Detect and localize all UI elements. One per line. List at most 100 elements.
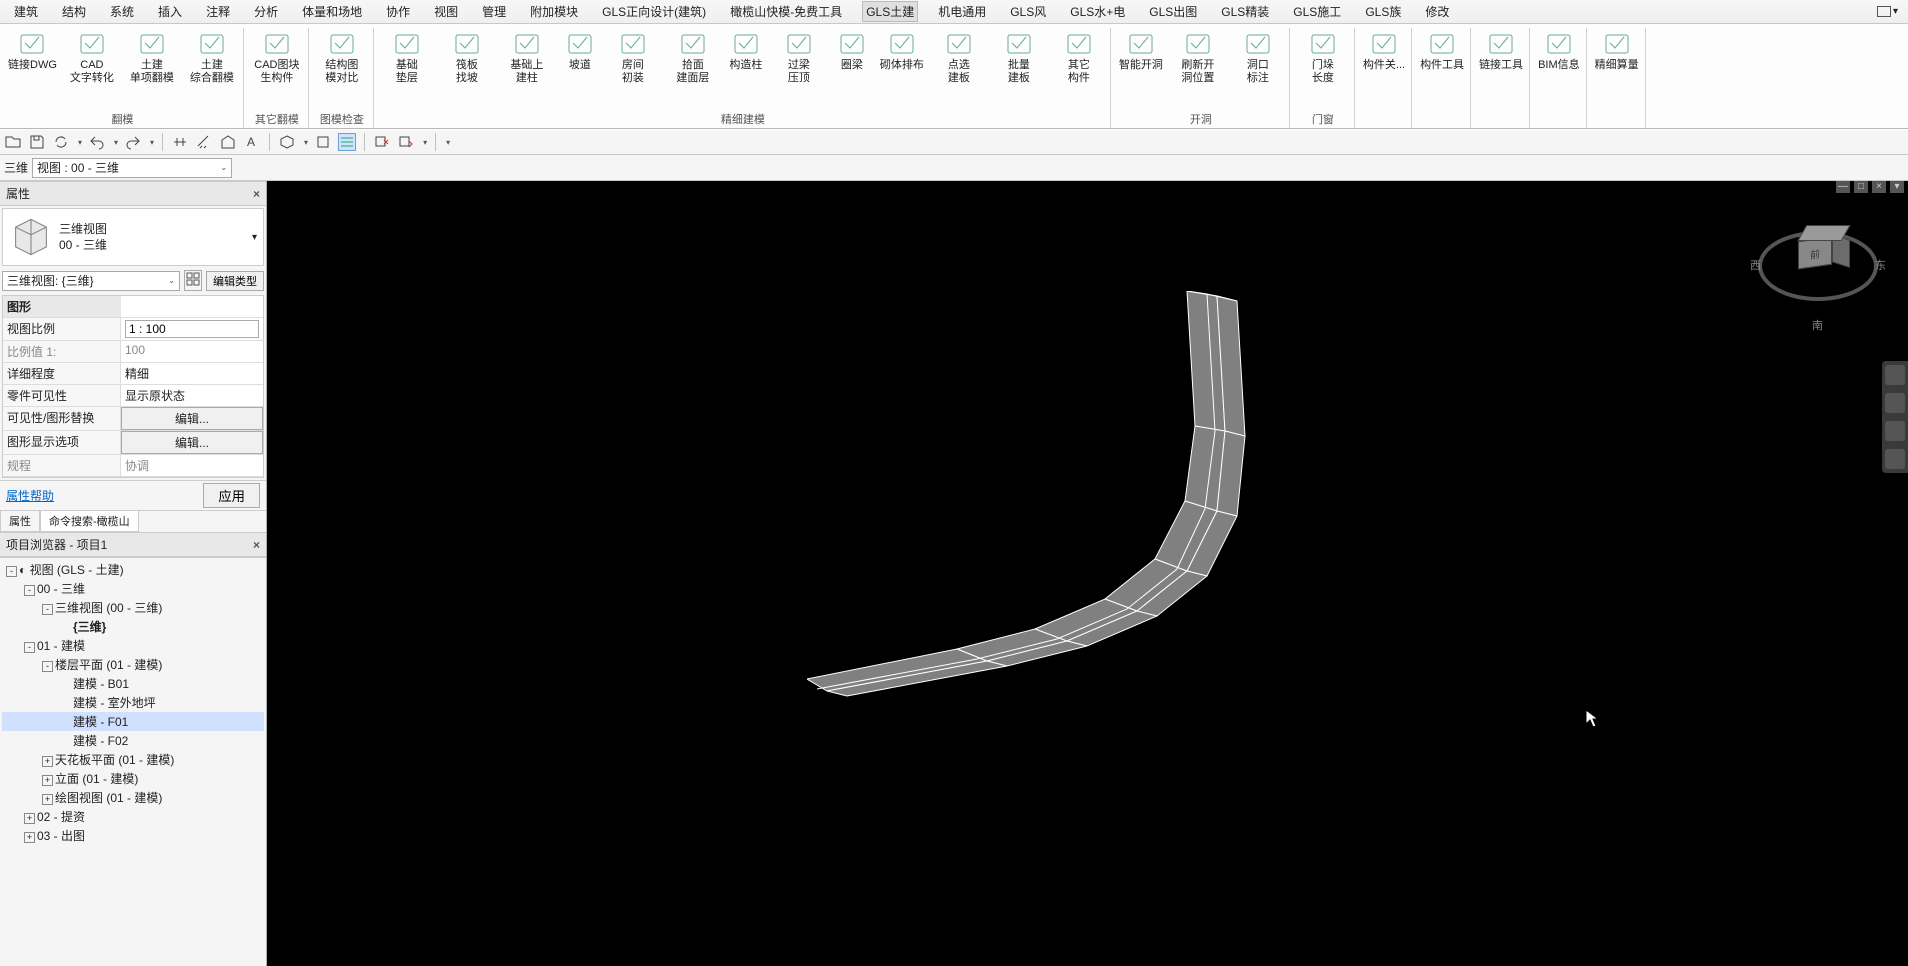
section-icon[interactable] [314,133,332,151]
tab-cmd-search[interactable]: 命令搜索-橄榄山 [40,511,139,532]
dropdown-icon[interactable]: ▾ [423,138,427,147]
ribbon-房间初装[interactable]: 房间初装 [604,28,662,87]
ribbon-筏板找坡[interactable]: 筏板找坡 [438,28,496,87]
ribbon-门垛长度[interactable]: 门垛长度 [1294,28,1352,87]
minimize-icon[interactable]: — [1836,181,1850,193]
browser-tree[interactable]: -◐ 视图 (GLS - 土建)-00 - 三维-三维视图 (00 - 三维){… [0,558,266,847]
menu-GLS出图[interactable]: GLS出图 [1145,1,1201,22]
ribbon-智能开洞[interactable]: 智能开洞 [1115,28,1167,74]
tree-node[interactable]: -◐ 视图 (GLS - 土建) [2,560,264,579]
viewport-3d[interactable]: — □ × ▾ [267,181,1908,966]
customize-icon[interactable]: ▾ [446,138,450,147]
edit-type-button[interactable]: 编辑类型 [206,271,264,291]
viewcube-east[interactable]: 东 [1875,257,1886,273]
viewcube[interactable]: 前 西 东 南 [1758,211,1878,331]
ribbon-构造柱[interactable]: 构造柱 [724,28,768,74]
dropdown-icon[interactable]: ▾ [114,138,118,147]
menu-视图[interactable]: 视图 [430,1,462,22]
ribbon-CAD图块生构件[interactable]: CAD图块生构件 [248,28,306,87]
ribbon-链接工具[interactable]: 链接工具 [1475,28,1527,74]
ribbon-洞口标注[interactable]: 洞口标注 [1229,28,1287,87]
menu-GLS风[interactable]: GLS风 [1006,1,1050,22]
close-icon[interactable]: × [253,538,260,552]
tree-node[interactable]: 建模 - F01 [2,712,264,731]
save-icon[interactable] [28,133,46,151]
expand-icon[interactable]: - [42,604,53,615]
type-selector[interactable]: 三维视图 00 - 三维 ▾ [2,208,264,266]
dropdown-icon[interactable]: ▾ [78,138,82,147]
ribbon-批量建板[interactable]: 批量建板 [990,28,1048,87]
ribbon-点选建板[interactable]: 点选建板 [930,28,988,87]
ribbon-构件工具[interactable]: 构件工具 [1416,28,1468,74]
tree-node[interactable]: +天花板平面 (01 - 建模) [2,750,264,769]
ribbon-砌体排布[interactable]: 砌体排布 [876,28,928,74]
menu-管理[interactable]: 管理 [478,1,510,22]
pan-icon[interactable] [1885,393,1905,413]
window-box-icon[interactable] [1877,6,1891,17]
thin-lines-icon[interactable] [338,133,356,151]
open-icon[interactable] [4,133,22,151]
ribbon-拾面建面层[interactable]: 拾面建面层 [664,28,722,87]
ribbon-结构图模对比[interactable]: 结构图模对比 [313,28,371,87]
chevron-down-icon[interactable]: ▾ [1893,6,1898,17]
tab-properties[interactable]: 属性 [0,511,40,532]
viewcube-front[interactable]: 前 [1798,237,1832,270]
dropdown-icon[interactable]: ▾ [304,138,308,147]
ribbon-刷新开洞位置[interactable]: 刷新开洞位置 [1169,28,1227,87]
menu-机电通用[interactable]: 机电通用 [934,1,990,22]
maximize-icon[interactable]: □ [1854,181,1868,193]
ribbon-基础垫层[interactable]: 基础垫层 [378,28,436,87]
menu-附加模块[interactable]: 附加模块 [526,1,582,22]
properties-help-link[interactable]: 属性帮助 [6,487,54,504]
3d-icon[interactable] [278,133,296,151]
menu-插入[interactable]: 插入 [154,1,186,22]
ribbon-圈梁[interactable]: 圈梁 [830,28,874,74]
ribbon-链接DWG[interactable]: 链接DWG [4,28,61,74]
menu-橄榄山快模-免费工具[interactable]: 橄榄山快模-免费工具 [726,1,846,22]
close-icon[interactable]: × [1872,181,1886,193]
menu-GLS水+电[interactable]: GLS水+电 [1066,1,1129,22]
expand-icon[interactable]: + [42,756,53,767]
menu-体量和场地[interactable]: 体量和场地 [298,1,366,22]
menu-建筑[interactable]: 建筑 [10,1,42,22]
tree-node[interactable]: -三维视图 (00 - 三维) [2,598,264,617]
ribbon-精细算量[interactable]: 精细算量 [1591,28,1643,74]
apply-button[interactable]: 应用 [203,483,260,508]
viewcube-top[interactable] [1797,225,1850,241]
tree-node[interactable]: -楼层平面 (01 - 建模) [2,655,264,674]
tree-node[interactable]: -00 - 三维 [2,579,264,598]
ribbon-土建单项翻模[interactable]: 土建单项翻模 [123,28,181,87]
tree-node[interactable]: 建模 - 室外地坪 [2,693,264,712]
menu-GLS正向设计(建筑)[interactable]: GLS正向设计(建筑) [598,1,710,22]
menu-修改[interactable]: 修改 [1421,1,1453,22]
menu-GLS精装[interactable]: GLS精装 [1217,1,1273,22]
ribbon-土建综合翻模[interactable]: 土建综合翻模 [183,28,241,87]
prop-value[interactable]: 编辑... [121,407,263,430]
sync-icon[interactable] [52,133,70,151]
ribbon-BIM信息[interactable]: BIM信息 [1534,28,1584,74]
tree-node[interactable]: 建模 - F02 [2,731,264,750]
align-icon[interactable] [171,133,189,151]
ribbon-坡道[interactable]: 坡道 [558,28,602,74]
expand-icon[interactable]: - [24,585,35,596]
menu-GLS土建[interactable]: GLS土建 [862,1,918,22]
close-icon[interactable]: × [253,187,260,201]
menu-GLS族[interactable]: GLS族 [1361,1,1405,22]
expand-icon[interactable]: + [24,832,35,843]
viewcube-west[interactable]: 西 [1750,257,1761,273]
menu-系统[interactable]: 系统 [106,1,138,22]
grid-icon[interactable] [184,270,202,291]
ribbon-CAD文字转化[interactable]: CAD文字转化 [63,28,121,87]
chevron-down-icon[interactable]: ▾ [1890,181,1904,193]
menu-结构[interactable]: 结构 [58,1,90,22]
tag-icon[interactable] [219,133,237,151]
expand-icon[interactable]: + [42,775,53,786]
ribbon-基础上建柱[interactable]: 基础上建柱 [498,28,556,87]
close-hidden-icon[interactable] [373,133,391,151]
dropdown-icon[interactable]: ▾ [150,138,154,147]
tree-node[interactable]: +绘图视图 (01 - 建模) [2,788,264,807]
menu-注释[interactable]: 注释 [202,1,234,22]
tree-node[interactable]: 建模 - B01 [2,674,264,693]
expand-icon[interactable]: - [24,642,35,653]
zoom-icon[interactable] [1885,421,1905,441]
